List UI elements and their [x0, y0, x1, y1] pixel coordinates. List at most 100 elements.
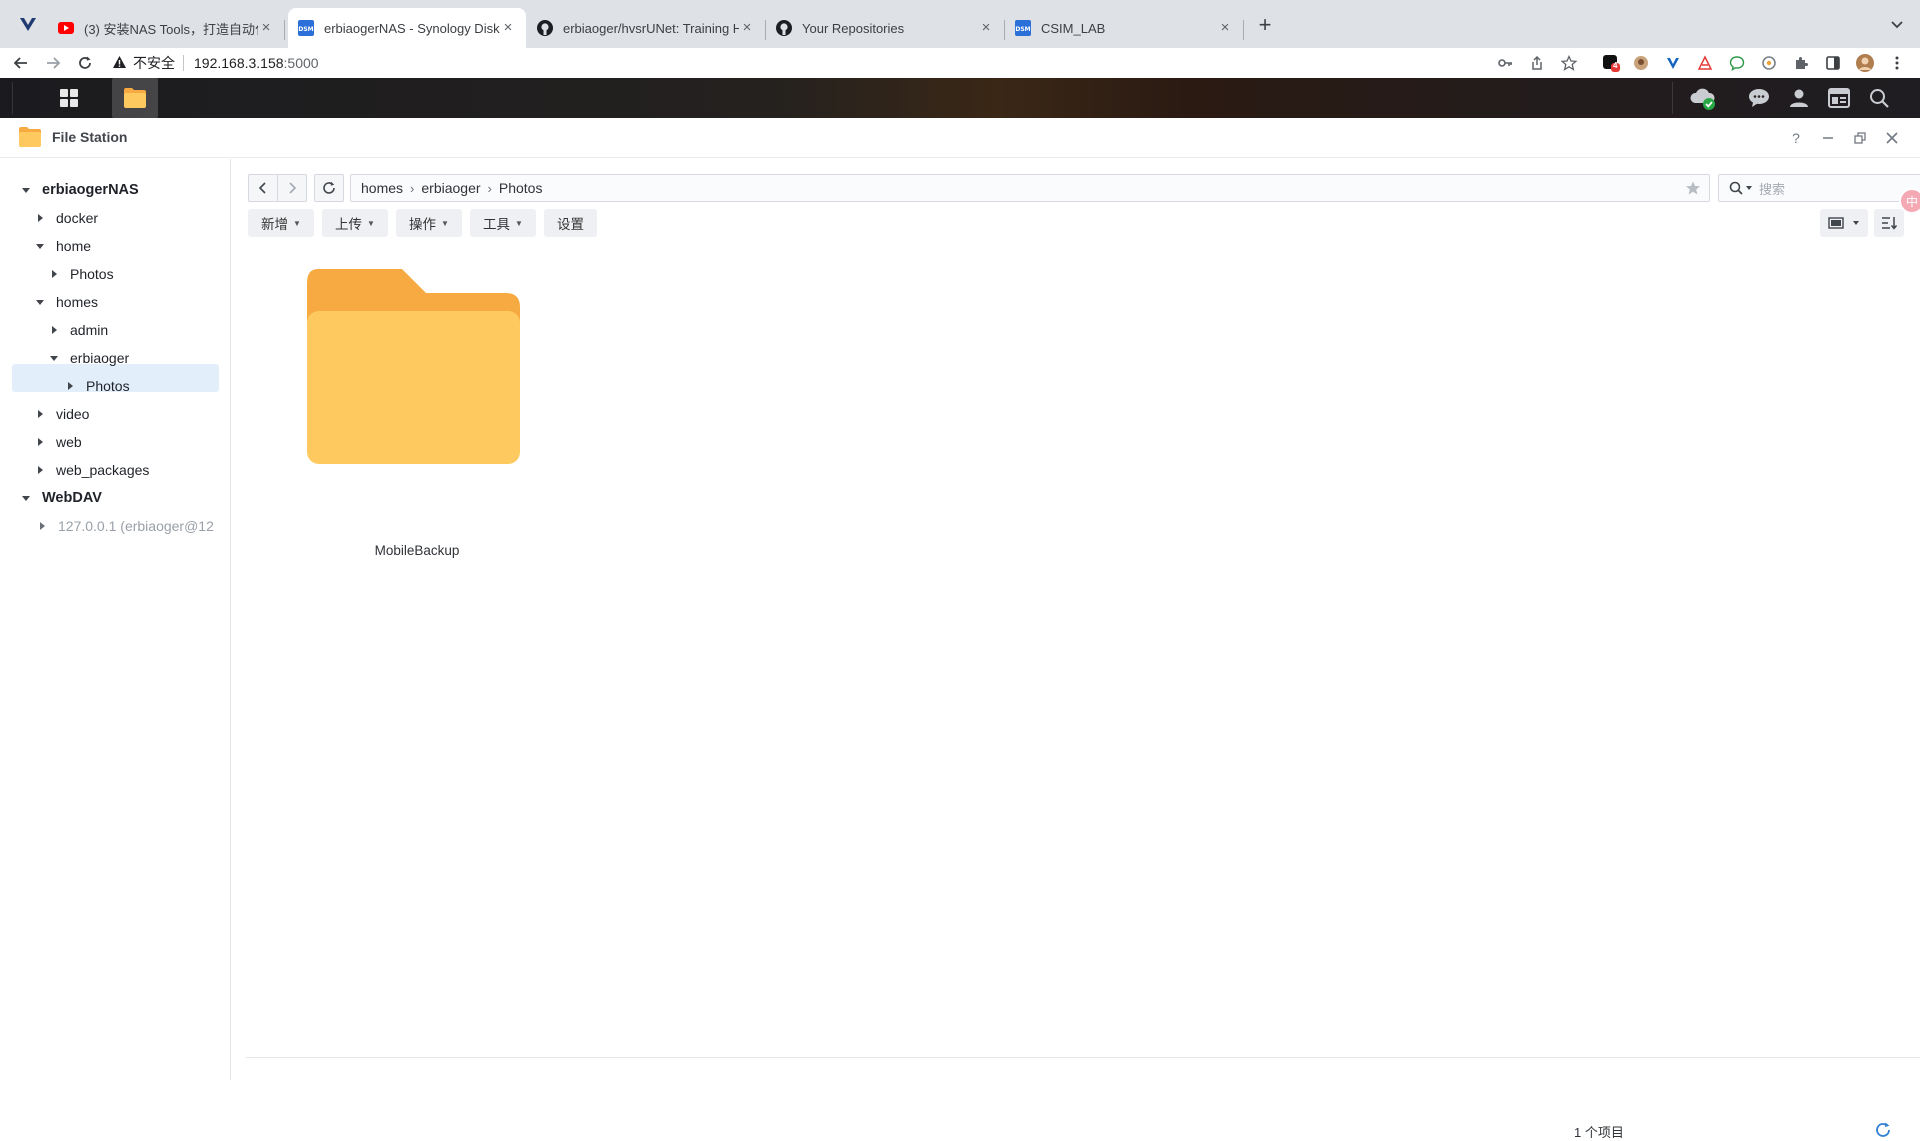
url-host[interactable]: 192.168.3.158: [194, 55, 284, 71]
widgets-button[interactable]: [1824, 78, 1854, 118]
caret-down-icon[interactable]: [34, 240, 46, 252]
upload-button[interactable]: 上传 ▼: [322, 209, 388, 237]
browser-menu-icon[interactable]: [1888, 54, 1906, 72]
puzzle-icon[interactable]: [1792, 54, 1810, 72]
caret-right-icon[interactable]: [34, 408, 46, 420]
caret-down-icon[interactable]: [1745, 184, 1753, 192]
thumbnail-view-icon: [1828, 217, 1844, 229]
breadcrumb[interactable]: homes › erbiaoger › Photos: [350, 174, 1710, 202]
profile-avatar[interactable]: [1856, 54, 1874, 72]
refresh-icon[interactable]: [1874, 1121, 1892, 1139]
warning-icon[interactable]: [112, 55, 127, 72]
caret-right-icon[interactable]: [36, 520, 48, 532]
caret-right-icon[interactable]: [48, 268, 60, 280]
close-icon: [1886, 132, 1898, 144]
notifications-button[interactable]: [1744, 78, 1774, 118]
tab-close-icon[interactable]: ×: [500, 20, 516, 36]
caret-down-icon[interactable]: [20, 184, 32, 196]
github-icon: [776, 20, 792, 36]
chevron-down-icon[interactable]: [1887, 14, 1907, 34]
restore-button[interactable]: [1852, 130, 1868, 146]
search-button[interactable]: [1864, 78, 1894, 118]
caret-right-icon[interactable]: [48, 324, 60, 336]
back-nav-button[interactable]: [248, 174, 278, 202]
tree-node-erbiaoger[interactable]: erbiaoger: [48, 345, 129, 371]
action-button[interactable]: 操作 ▼: [396, 209, 462, 237]
folder-item[interactable]: MobileBackup: [304, 269, 530, 569]
tab-close-icon[interactable]: ×: [978, 20, 994, 36]
side-panel-icon[interactable]: [1824, 54, 1842, 72]
share-icon[interactable]: [1528, 54, 1546, 72]
caret-right-icon[interactable]: [64, 380, 76, 392]
tree-node-web[interactable]: web: [34, 429, 82, 455]
tree-node-web-packages[interactable]: web_packages: [34, 457, 149, 483]
folder-name: MobileBackup: [374, 543, 460, 558]
tools-button[interactable]: 工具 ▼: [470, 209, 536, 237]
address-bar[interactable]: 不安全 192.168.3.158 :5000: [112, 50, 1572, 76]
tab-github-repositories[interactable]: Your Repositories ×: [766, 8, 1005, 48]
tree-node-webdav-host[interactable]: 127.0.0.1 (erbiaoger@12: [36, 513, 214, 539]
window-title-bar[interactable]: File Station ?: [0, 118, 1920, 158]
avatar-extension-icon[interactable]: [1632, 54, 1650, 72]
svg-text:DSM: DSM: [1015, 26, 1030, 33]
extension-badge-icon[interactable]: 4: [1602, 54, 1620, 72]
tab-title: erbiaogerNAS - Synology DiskStation: [324, 20, 500, 36]
cloud-sync-status[interactable]: [1688, 78, 1718, 118]
refresh-icon: [323, 181, 335, 194]
caret-right-icon[interactable]: [34, 212, 46, 224]
tree-node-video[interactable]: video: [34, 401, 89, 427]
tree-node-webdav[interactable]: WebDAV: [20, 485, 102, 511]
breadcrumb-homes[interactable]: homes: [361, 180, 403, 196]
tab-close-icon[interactable]: ×: [1217, 20, 1233, 36]
new-tab-button[interactable]: +: [1253, 14, 1277, 38]
bookmark-star-icon[interactable]: [1560, 54, 1578, 72]
tab-github-hvsrunet[interactable]: erbiaoger/hvsrUNet: Training H ×: [527, 8, 766, 48]
caret-down-icon[interactable]: [48, 352, 60, 364]
forward-nav-button[interactable]: [277, 174, 307, 202]
refresh-button[interactable]: [314, 174, 344, 202]
folder-icon: [307, 269, 520, 464]
reload-button[interactable]: [74, 52, 96, 74]
search-input[interactable]: 搜索: [1718, 174, 1920, 202]
close-button[interactable]: [1884, 130, 1900, 146]
tab-close-icon[interactable]: ×: [258, 20, 274, 36]
user-menu-button[interactable]: [1784, 78, 1814, 118]
tree-node-docker[interactable]: docker: [34, 205, 98, 231]
help-button[interactable]: ?: [1788, 130, 1804, 146]
settings-button[interactable]: 设置: [544, 209, 597, 237]
taskbar-file-station[interactable]: [112, 78, 158, 118]
tree-node-admin[interactable]: admin: [48, 317, 108, 343]
github-icon: [537, 20, 553, 36]
caret-down-icon[interactable]: [20, 492, 32, 504]
view-mode-button[interactable]: [1820, 209, 1868, 237]
caret-right-icon[interactable]: [34, 436, 46, 448]
chat-extension-icon[interactable]: [1728, 54, 1746, 72]
tab-csim-lab[interactable]: DSM CSIM_LAB ×: [1005, 8, 1244, 48]
tree-node-home-photos[interactable]: Photos: [48, 261, 114, 287]
tab-youtube[interactable]: (3) 安装NAS Tools，打造自动化 ×: [48, 8, 285, 48]
sync-extension-icon[interactable]: [1760, 54, 1778, 72]
main-menu-button[interactable]: [44, 78, 94, 118]
tree-node-home[interactable]: home: [34, 233, 91, 259]
tree-node-erbiaoger-photos[interactable]: Photos: [64, 373, 130, 399]
vivaldi-icon[interactable]: [18, 14, 38, 34]
security-label[interactable]: 不安全: [133, 53, 175, 73]
tree-node-homes[interactable]: homes: [34, 289, 98, 315]
vivaldi-extension-icon[interactable]: [1664, 54, 1682, 72]
tree-node-erbiaogernas[interactable]: erbiaogerNAS: [20, 177, 139, 203]
caret-down-icon[interactable]: [34, 296, 46, 308]
tab-synology[interactable]: DSM erbiaogerNAS - Synology DiskStation …: [288, 8, 526, 48]
favorite-star-icon[interactable]: [1685, 180, 1701, 196]
forward-button[interactable]: [42, 52, 64, 74]
breadcrumb-erbiaoger[interactable]: erbiaoger: [421, 180, 480, 196]
caret-right-icon[interactable]: [34, 464, 46, 476]
create-button[interactable]: 新增 ▼: [248, 209, 314, 237]
key-icon[interactable]: [1496, 54, 1514, 72]
breadcrumb-photos[interactable]: Photos: [499, 180, 543, 196]
sort-button[interactable]: [1874, 209, 1904, 237]
url-port[interactable]: :5000: [284, 55, 319, 71]
minimize-button[interactable]: [1820, 130, 1836, 146]
back-button[interactable]: [10, 52, 32, 74]
translate-extension-icon[interactable]: [1696, 54, 1714, 72]
tab-close-icon[interactable]: ×: [739, 20, 755, 36]
